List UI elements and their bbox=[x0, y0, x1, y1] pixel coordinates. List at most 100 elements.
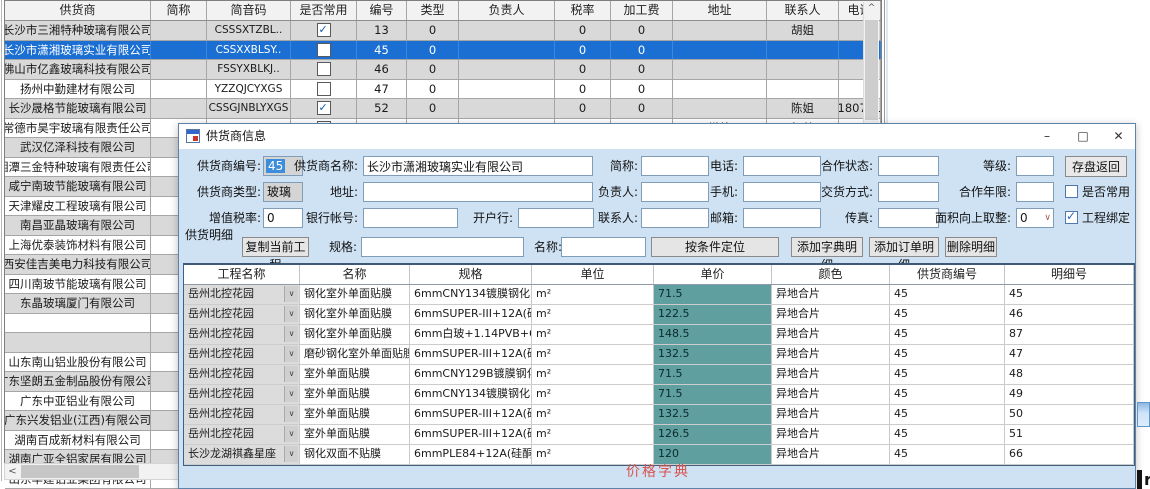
supplier-name-label: 供货商名称: bbox=[279, 156, 358, 176]
supplier-row[interactable]: 佛山市亿鑫玻璃科技有限公司FSSYXBLKJ..46000 bbox=[5, 60, 881, 80]
delete-detail-button[interactable]: 删除明细 bbox=[945, 237, 997, 257]
dialog-titlebar[interactable]: 供货商信息 – □ ✕ bbox=[179, 124, 1135, 149]
detail-cell: 异地合片 bbox=[772, 385, 890, 404]
coop-status-input[interactable] bbox=[878, 156, 939, 176]
detail-row[interactable]: 岳州北控花园∨室外单面贴膜6mmSUPER-III+12A(硅...m²126.… bbox=[184, 425, 1134, 445]
supplier-cell: 0 bbox=[407, 99, 459, 118]
supplier-cell bbox=[459, 60, 555, 79]
spec-filter-input[interactable] bbox=[361, 237, 524, 257]
project-combo[interactable]: 岳州北控花园∨ bbox=[184, 385, 300, 404]
detail-cell: 45 bbox=[890, 325, 1005, 344]
detail-cell: m² bbox=[532, 305, 654, 324]
common-checkbox[interactable] bbox=[317, 23, 331, 37]
detail-row[interactable]: 岳州北控花园∨室外单面贴膜6mmCNY134镀膜钢化m²71.5异地合片4549 bbox=[184, 385, 1134, 405]
column-header: 简称 bbox=[151, 1, 207, 20]
supplier-row[interactable]: 长沙晟格节能玻璃有限公司CSSGJNBLYXGS52000陈姐180751 bbox=[5, 99, 881, 119]
detail-row[interactable]: 岳州北控花园∨钢化室外单面贴膜6mmCNY134镀膜钢化m²71.5异地合片45… bbox=[184, 285, 1134, 305]
supplier-cell: 湖南百成新材料有限公司 bbox=[5, 431, 151, 450]
column-header: 税率 bbox=[555, 1, 611, 20]
detail-cell: 异地合片 bbox=[772, 325, 890, 344]
detail-row[interactable]: 岳州北控花园∨室外单面贴膜6mmSUPER-III+12A(硅...m²132.… bbox=[184, 405, 1134, 425]
copy-current-project-button[interactable]: 复制当前工程 bbox=[242, 237, 309, 257]
chevron-down-icon: ∨ bbox=[284, 306, 298, 322]
email-label: 邮箱: bbox=[683, 208, 738, 228]
column-header: 简音码 bbox=[207, 1, 291, 20]
detail-cell: 45 bbox=[1005, 285, 1134, 304]
maximize-button[interactable]: □ bbox=[1065, 124, 1101, 149]
detail-cell: 钢化室外单面贴膜 bbox=[300, 305, 410, 324]
supplier-cell: 四川南玻节能玻璃有限公司 bbox=[5, 275, 151, 294]
chevron-down-icon: ∨ bbox=[284, 386, 298, 402]
locate-by-condition-button[interactable]: 按条件定位 bbox=[651, 237, 779, 257]
supplier-cell bbox=[767, 60, 839, 79]
detail-table-body: 岳州北控花园∨钢化室外单面贴膜6mmCNY134镀膜钢化m²71.5异地合片45… bbox=[184, 285, 1134, 465]
project-bind-checkbox[interactable] bbox=[1065, 211, 1078, 224]
area-round-dropdown[interactable]: 0 ∨ bbox=[1016, 208, 1054, 228]
project-combo[interactable]: 岳州北控花园∨ bbox=[184, 365, 300, 384]
detail-cell: 51 bbox=[1005, 425, 1134, 444]
save-return-button[interactable]: 存盘返回 bbox=[1065, 156, 1127, 177]
vat-rate-label: 增值税率: bbox=[185, 208, 261, 228]
supplier-cell: 山东南山铝业股份有限公司 bbox=[5, 353, 151, 372]
detail-cell: m² bbox=[532, 405, 654, 424]
window-left-border bbox=[1, 0, 2, 481]
detail-column-header: 供货商编号 bbox=[890, 265, 1005, 284]
common-use-checkbox[interactable] bbox=[1065, 185, 1078, 198]
detail-cell: m² bbox=[532, 425, 654, 444]
supplier-row[interactable]: 长沙市三湘特种玻璃有限公司CSSSXTZBL..13000胡姐 bbox=[5, 21, 881, 41]
supplier-cell: 广东中亚铝业有限公司 bbox=[5, 392, 151, 411]
detail-row[interactable]: 岳州北控花园∨钢化室外单面贴膜6mm白玻+1.14PVB+6mm...m²148… bbox=[184, 325, 1134, 345]
add-order-detail-button[interactable]: 添加订单明细 bbox=[869, 237, 939, 257]
detail-cell: 45 bbox=[890, 405, 1005, 424]
project-combo[interactable]: 岳州北控花园∨ bbox=[184, 305, 300, 324]
column-header: 是否常用 bbox=[291, 1, 357, 20]
coop-years-input[interactable] bbox=[1016, 182, 1054, 202]
supplier-name-input[interactable] bbox=[363, 156, 593, 176]
scroll-up-icon[interactable]: ^ bbox=[864, 2, 879, 17]
supplier-row[interactable]: 长沙市潇湘玻璃实业有限公司CSSXXBLSY..45000 bbox=[5, 41, 881, 61]
common-checkbox[interactable] bbox=[317, 43, 331, 57]
supplier-cell: 0 bbox=[555, 99, 611, 118]
add-dictionary-detail-button[interactable]: 添加字典明细 bbox=[791, 237, 863, 257]
supplier-cell: CSSXXBLSY.. bbox=[207, 41, 291, 60]
close-button[interactable]: ✕ bbox=[1101, 124, 1136, 149]
suppliers-horizontal-scrollbar[interactable]: < bbox=[4, 463, 179, 480]
project-combo[interactable]: 岳州北控花园∨ bbox=[184, 425, 300, 444]
detail-cell: 71.5 bbox=[654, 385, 772, 404]
project-combo[interactable]: 岳州北控花园∨ bbox=[184, 285, 300, 304]
minimize-button[interactable]: – bbox=[1029, 124, 1065, 149]
name-filter-input[interactable] bbox=[561, 237, 646, 257]
address-input[interactable] bbox=[363, 182, 593, 202]
supplier-cell bbox=[673, 80, 767, 99]
supplier-cell bbox=[673, 21, 767, 40]
project-combo[interactable]: 岳州北控花园∨ bbox=[184, 405, 300, 424]
detail-cell: 46 bbox=[1005, 305, 1134, 324]
common-checkbox[interactable] bbox=[317, 101, 331, 115]
chevron-down-icon: ∨ bbox=[284, 346, 298, 362]
detail-cell: 异地合片 bbox=[772, 305, 890, 324]
project-name: 岳州北控花园 bbox=[188, 347, 254, 360]
delivery-mode-input[interactable] bbox=[878, 182, 939, 202]
grade-label: 等级: bbox=[951, 156, 1011, 176]
supplier-row[interactable]: 扬州中勤建材有限公司YZZQJCYXGS47000 bbox=[5, 80, 881, 100]
bank-label: 开户行: bbox=[467, 208, 513, 228]
bank-account-input[interactable] bbox=[363, 208, 458, 228]
detail-column-header: 颜色 bbox=[772, 265, 890, 284]
detail-cell: 室外单面贴膜 bbox=[300, 425, 410, 444]
project-combo[interactable]: 岳州北控花园∨ bbox=[184, 325, 300, 344]
project-combo[interactable]: 岳州北控花园 ∨ bbox=[184, 345, 300, 364]
horizontal-scrollbar-thumb[interactable] bbox=[21, 465, 139, 478]
detail-cell: 148.5 bbox=[654, 325, 772, 344]
vertical-scrollbar-thumb[interactable] bbox=[865, 20, 878, 120]
scroll-left-icon[interactable]: < bbox=[5, 464, 20, 479]
common-checkbox[interactable] bbox=[317, 62, 331, 76]
common-checkbox[interactable] bbox=[317, 82, 331, 96]
detail-row[interactable]: 岳州北控花园∨室外单面贴膜6mmCNY129B镀膜钢化m²71.5异地合片454… bbox=[184, 365, 1134, 385]
detail-cell: m² bbox=[532, 345, 654, 364]
detail-row[interactable]: 岳州北控花园∨钢化室外单面贴膜6mmSUPER-III+12A(硅...m²12… bbox=[184, 305, 1134, 325]
detail-row[interactable]: 岳州北控花园∨磨砂钢化室外单面贴膜6mmSUPER-III+12A(硅...m²… bbox=[184, 345, 1134, 365]
supplier-cell: 0 bbox=[407, 80, 459, 99]
supplier-cell: CSSGJNBLYXGS bbox=[207, 99, 291, 118]
grade-input[interactable] bbox=[1016, 156, 1054, 176]
detail-cell: 6mm白玻+1.14PVB+6mm... bbox=[410, 325, 532, 344]
